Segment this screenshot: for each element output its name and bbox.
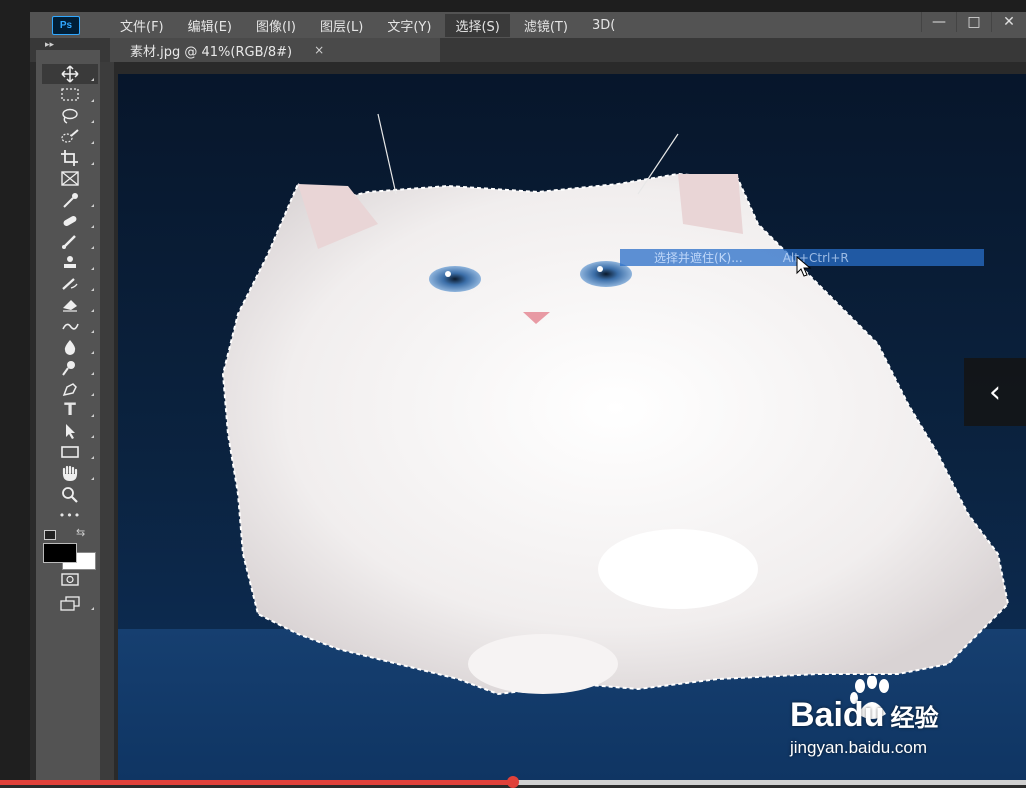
eyedropper-tool[interactable] — [42, 190, 98, 210]
menu-item-label: 选择并遮住(K)... — [654, 251, 743, 265]
dodge-tool[interactable] — [42, 358, 98, 378]
close-window-button[interactable]: ✕ — [991, 12, 1026, 32]
mouse-cursor-icon — [796, 256, 812, 277]
swap-colors-icon[interactable]: ⇆ — [76, 526, 85, 539]
pen-tool[interactable] — [42, 379, 98, 399]
quick-mask-button[interactable] — [42, 570, 98, 590]
lasso-icon — [62, 108, 78, 124]
move-tool[interactable] — [42, 64, 98, 84]
baidu-watermark: Baidu 经验 jingyan.baidu.com — [790, 676, 1026, 766]
rectangle-icon — [61, 446, 79, 458]
menu-item-shortcut: Alt+Ctrl+R — [782, 250, 849, 265]
menu-edit[interactable]: 编辑(E) — [178, 14, 242, 37]
video-progress-handle[interactable] — [507, 776, 519, 788]
hand-tool[interactable] — [42, 463, 98, 483]
stamp-icon — [64, 256, 76, 268]
frame-icon — [61, 171, 79, 186]
maximize-button[interactable]: □ — [956, 12, 991, 32]
menubar: Ps 文件(F) 编辑(E) 图像(I) 图层(L) 文字(Y) 选择(S) 滤… — [30, 12, 1026, 38]
lasso-tool[interactable] — [42, 106, 98, 126]
tab-document[interactable]: 素材.jpg @ 41%(RGB/8#) × — [110, 38, 440, 62]
cat-image — [221, 113, 1010, 696]
menu-type[interactable]: 文字(Y) — [377, 14, 441, 37]
rectangle-tool[interactable] — [42, 442, 98, 462]
menu-select[interactable]: 选择(S) — [445, 13, 510, 37]
watermark-url: jingyan.baidu.com — [790, 738, 928, 757]
window-controls: — □ ✕ — [921, 12, 1026, 38]
foreground-color-swatch[interactable] — [43, 543, 77, 563]
quick-mask-icon — [61, 573, 79, 586]
chevron-left-icon: ‹ — [989, 374, 1001, 410]
screen-mode-icon — [60, 596, 80, 611]
collapse-panel-icon[interactable]: ▸▸ — [45, 40, 54, 50]
frame-tool[interactable] — [42, 169, 98, 189]
eraser-icon — [63, 300, 77, 312]
document-canvas[interactable] — [118, 74, 1026, 780]
eyedropper-icon — [63, 193, 78, 208]
crop-icon — [61, 150, 78, 166]
gradient-tool[interactable] — [42, 316, 98, 336]
pen-icon — [62, 383, 77, 397]
tab-document-title: 素材.jpg @ 41%(RGB/8#) — [130, 44, 293, 60]
eraser-tool[interactable] — [42, 295, 98, 315]
clone-stamp-tool[interactable] — [42, 253, 98, 273]
toolbar-divider — [100, 62, 114, 785]
move-icon — [61, 65, 79, 83]
bandage-icon — [63, 216, 77, 226]
more-icon: ••• — [58, 508, 82, 522]
zoom-tool[interactable] — [42, 484, 98, 504]
dodge-icon — [62, 361, 75, 376]
menu-filter[interactable]: 滤镜(T) — [514, 14, 578, 37]
left-edge — [0, 0, 30, 785]
drop-icon — [64, 340, 76, 355]
zoom-icon — [62, 487, 78, 503]
gradient-icon — [62, 323, 79, 330]
history-brush-tool[interactable] — [42, 274, 98, 294]
previous-slide-button[interactable]: ‹ — [964, 358, 1026, 426]
quick-selection-tool[interactable] — [42, 127, 98, 147]
default-colors-icon[interactable] — [44, 530, 56, 540]
screen-mode-button[interactable] — [42, 593, 98, 613]
video-progress-fill — [0, 780, 513, 785]
watermark-brand: Baidu 经验 — [790, 696, 939, 734]
title-strip — [0, 0, 1026, 12]
tools-panel: T ••• — [36, 50, 100, 785]
history-brush-icon — [62, 278, 78, 290]
ps-logo: Ps — [52, 15, 80, 35]
blur-tool[interactable] — [42, 337, 98, 357]
video-progress-bar[interactable] — [0, 776, 1026, 788]
hand-icon — [62, 465, 78, 481]
arrow-icon — [66, 424, 75, 439]
menu-image[interactable]: 图像(I) — [246, 14, 306, 37]
healing-brush-tool[interactable] — [42, 211, 98, 231]
menu-file[interactable]: 文件(F) — [110, 14, 174, 37]
menu-layer[interactable]: 图层(L) — [310, 14, 373, 37]
crop-tool[interactable] — [42, 148, 98, 168]
tab-close-icon[interactable]: × — [314, 43, 324, 57]
brush-icon — [62, 235, 76, 249]
marquee-tool[interactable] — [42, 85, 98, 105]
quick-selection-icon — [61, 129, 79, 143]
path-selection-tool[interactable] — [42, 421, 98, 441]
type-icon: T — [64, 400, 76, 420]
type-tool[interactable]: T — [42, 400, 98, 420]
minimize-button[interactable]: — — [921, 12, 956, 32]
more-tools[interactable]: ••• — [42, 505, 98, 525]
menu-3d[interactable]: 3D( — [582, 16, 625, 35]
marquee-icon — [61, 88, 79, 101]
brush-tool[interactable] — [42, 232, 98, 252]
